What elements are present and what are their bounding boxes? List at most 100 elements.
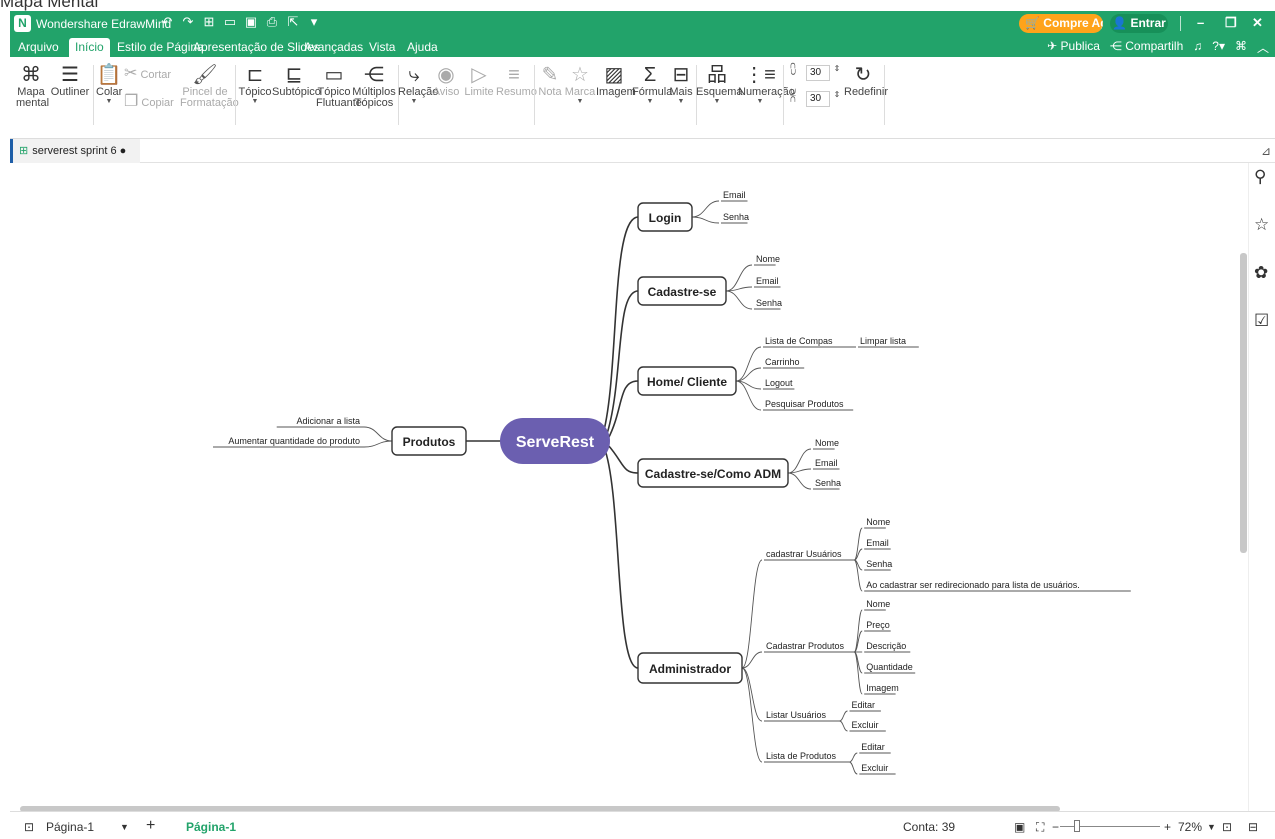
leaf-home-3[interactable]: Pesquisar Produtos (765, 399, 844, 409)
paste-button[interactable]: 📋 Colar ▼ (96, 63, 122, 106)
clipart-icon[interactable]: ✿ (1254, 263, 1268, 283)
add-page-icon[interactable]: + (146, 817, 155, 835)
cut-button[interactable]: ✂ Cortar (124, 63, 174, 83)
leaf-cadastre-0[interactable]: Nome (756, 254, 780, 264)
publish-button[interactable]: ✈ Publica (1047, 39, 1100, 56)
topic-administrador[interactable]: Administrador (637, 652, 743, 684)
admin-group-0-leaf-0[interactable]: Nome (866, 517, 890, 527)
topic-home-cliente[interactable]: Home/ Cliente (637, 366, 737, 396)
leaf-home-1[interactable]: Carrinho (765, 357, 800, 367)
admin-group-1[interactable]: Cadastrar Produtos (766, 641, 845, 651)
page-panel-icon[interactable]: ⊡ (24, 820, 34, 834)
unsaved-dot-icon[interactable]: ● (120, 145, 127, 157)
fit-page-icon[interactable]: ⊡ (1222, 820, 1232, 834)
admin-group-0-leaf-3[interactable]: Ao cadastrar ser redirecionado para list… (866, 580, 1080, 590)
bell-icon[interactable]: ♫ (1193, 39, 1202, 56)
topic-produtos[interactable]: Produtos (391, 426, 467, 456)
more-dropdown-icon[interactable]: ▼ (668, 98, 694, 106)
mark-panel-icon[interactable]: ☆ (1254, 215, 1269, 235)
leaf-login-senha[interactable]: Senha (723, 212, 749, 222)
menu-apresentacao[interactable]: Apresentação de Slides (193, 40, 320, 54)
new-icon[interactable]: ⊞ (202, 14, 216, 30)
leaf-adicionar-lista[interactable]: Adicionar a lista (296, 416, 360, 426)
login-button[interactable]: 👤 Entrar (1110, 14, 1168, 33)
summary-button[interactable]: ≡ Resumo (496, 63, 537, 98)
save-icon[interactable]: ▣ (244, 14, 258, 30)
minimize-button[interactable]: – (1197, 15, 1204, 30)
mindmap-diagram[interactable]: ServeRest Produtos Login Cadastre-se Hom… (10, 163, 1238, 803)
leaf-cadastre-2[interactable]: Senha (756, 298, 782, 308)
admin-group-3-leaf-1[interactable]: Excluir (861, 763, 888, 773)
leaf-adm-1[interactable]: Email (815, 458, 838, 468)
style-icon[interactable]: ⚲ (1254, 167, 1266, 187)
floating-topic-button[interactable]: ▭ Tópico Flutuante (316, 63, 362, 109)
mark-button[interactable]: ☆ Marca ▼ (564, 63, 596, 106)
admin-group-1-leaf-1[interactable]: Preço (866, 620, 890, 630)
admin-group-2-leaf-1[interactable]: Excluir (852, 720, 879, 730)
admin-group-2-leaf-0[interactable]: Editar (852, 700, 876, 710)
topic-button[interactable]: ⊏ Tópico ▼ (238, 63, 272, 106)
leaf-home-0[interactable]: Lista de Compas (765, 336, 833, 346)
more-button[interactable]: ⊟ Mais ▼ (668, 63, 694, 106)
mindmap-button[interactable]: ⌘ Mapa mental (16, 63, 49, 109)
zoom-slider-knob[interactable] (1074, 820, 1080, 832)
outliner-button[interactable]: ☰ Outliner (50, 63, 90, 98)
callout-button[interactable]: ◉ Aviso (430, 63, 462, 98)
menu-avancadas[interactable]: Avançadas (304, 40, 363, 54)
admin-group-1-leaf-0[interactable]: Nome (866, 599, 890, 609)
leaf-cadastre-1[interactable]: Email (756, 276, 779, 286)
leaf-limpar-lista[interactable]: Limpar lista (860, 336, 906, 346)
more-icon[interactable]: ▾ (307, 14, 321, 30)
topic-dropdown-icon[interactable]: ▼ (238, 98, 272, 106)
admin-group-1-leaf-2[interactable]: Descrição (866, 641, 906, 651)
menu-inicio[interactable]: Início (69, 38, 110, 57)
vertical-scrollbar[interactable] (1240, 253, 1247, 553)
leaf-adm-2[interactable]: Senha (815, 478, 841, 488)
spin-down-icon[interactable]: ⇕ (833, 90, 841, 99)
spin-up-icon[interactable]: ⇕ (833, 64, 841, 73)
print-icon[interactable]: ⎙ (265, 14, 279, 30)
collapse-ribbon-icon[interactable]: ︿ (1257, 39, 1269, 56)
admin-group-2[interactable]: Listar Usuários (766, 710, 827, 720)
paste-dropdown-icon[interactable]: ▼ (96, 98, 122, 106)
leaf-login-email[interactable]: Email (723, 190, 746, 200)
open-icon[interactable]: ▭ (223, 14, 237, 30)
admin-group-0[interactable]: cadastrar Usuários (766, 549, 842, 559)
numbering-button[interactable]: ⋮≡ Numeração ▼ (738, 63, 795, 106)
fullscreen-icon[interactable]: ⛶ (1036, 820, 1044, 835)
document-tab[interactable]: ⊞ serverest sprint 6 ● (10, 139, 140, 163)
relation-dropdown-icon[interactable]: ▼ (398, 98, 430, 106)
formula-dropdown-icon[interactable]: ▼ (632, 98, 668, 106)
leaf-aumentar-quantidade[interactable]: Aumentar quantidade do produto (228, 436, 360, 446)
numbering-dropdown-icon[interactable]: ▼ (738, 98, 782, 106)
apps-icon[interactable]: ⌘ (1235, 39, 1247, 56)
subtopic-button[interactable]: ⊑ Subtópico (272, 63, 321, 98)
layout-button[interactable]: 品 Esquema ▼ (696, 63, 742, 106)
close-button[interactable]: ✕ (1252, 15, 1263, 31)
mark-dropdown-icon[interactable]: ▼ (564, 98, 596, 106)
maximize-button[interactable]: ❐ (1225, 15, 1237, 31)
leaf-home-2[interactable]: Logout (765, 378, 793, 388)
buy-button[interactable]: 🛒 Compre Ago (1019, 14, 1103, 33)
task-icon[interactable]: ☑ (1254, 311, 1269, 331)
horizontal-spacing-input[interactable]: 30 (806, 65, 830, 81)
panel-toggle-icon[interactable]: ⊟ (1248, 820, 1258, 834)
vertical-spacing-input[interactable]: 30 (806, 91, 830, 107)
pin-icon[interactable]: ⊿ (1261, 144, 1271, 158)
fit-icon[interactable]: ▣ (1014, 820, 1025, 834)
admin-group-3[interactable]: Lista de Produtos (766, 751, 837, 761)
note-button[interactable]: ✎ Nota (536, 63, 564, 98)
mindmap-canvas[interactable]: ServeRest Produtos Login Cadastre-se Hom… (10, 163, 1275, 814)
page-dropdown-icon[interactable]: ▼ (120, 822, 129, 832)
topic-cadastre-se[interactable]: Cadastre-se (637, 276, 727, 306)
menu-ajuda[interactable]: Ajuda (407, 40, 438, 54)
zoom-in-icon[interactable]: + (1164, 820, 1171, 834)
topic-login[interactable]: Login (637, 202, 693, 232)
share-button[interactable]: ⋲ Compartilh (1110, 39, 1183, 56)
boundary-button[interactable]: ▷ Limite (462, 63, 496, 98)
help-icon[interactable]: ?▾ (1212, 39, 1225, 56)
leaf-adm-0[interactable]: Nome (815, 438, 839, 448)
admin-group-0-leaf-1[interactable]: Email (866, 538, 889, 548)
admin-group-0-leaf-2[interactable]: Senha (866, 559, 892, 569)
export-icon[interactable]: ⇱ (286, 14, 300, 30)
